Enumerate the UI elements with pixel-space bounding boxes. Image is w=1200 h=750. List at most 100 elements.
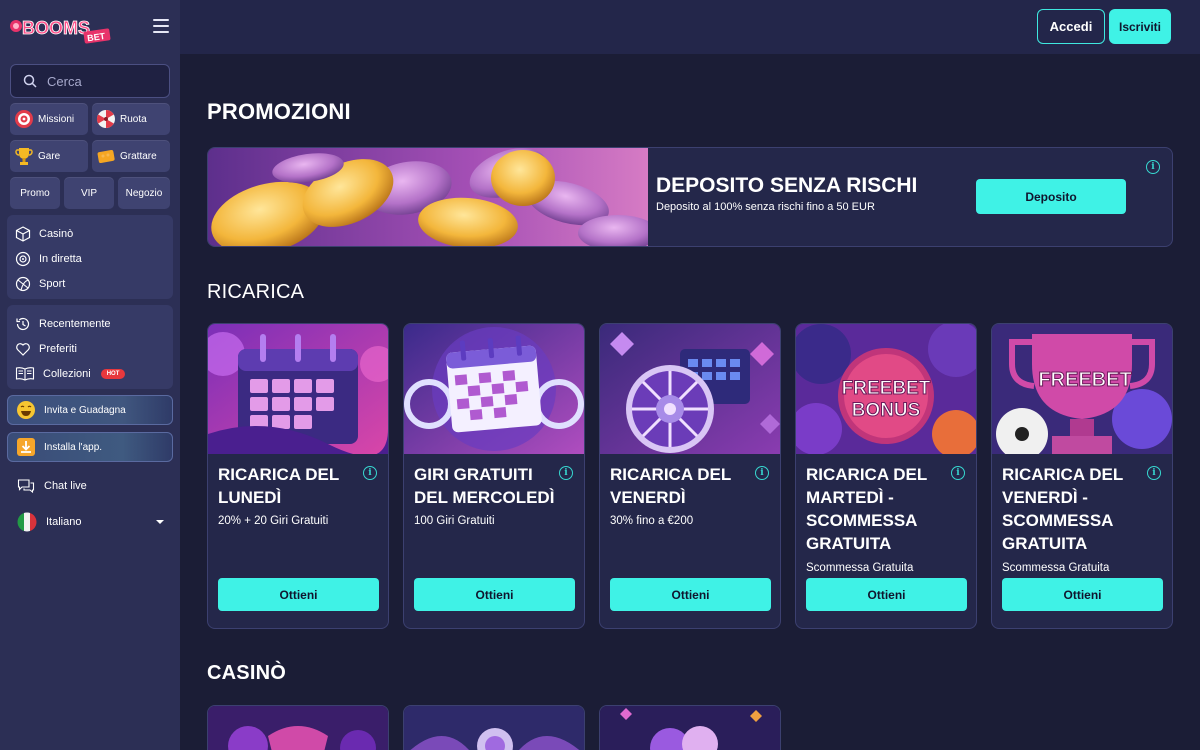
search-icon bbox=[23, 74, 37, 88]
dice-icon bbox=[15, 225, 31, 242]
svg-text:FREEBET: FREEBET bbox=[842, 378, 931, 399]
download-icon bbox=[17, 438, 35, 456]
calendar-image bbox=[208, 324, 388, 454]
freebet-trophy-image: FREEBET bbox=[992, 324, 1172, 454]
tile-missioni[interactable]: Missioni bbox=[10, 103, 88, 135]
tile-gare[interactable]: Gare bbox=[10, 140, 88, 172]
ball-icon bbox=[15, 276, 31, 291]
card-title: RICARICA DEL VENERDÌ bbox=[610, 465, 731, 507]
card-description: 30% fino a €200 bbox=[610, 515, 694, 527]
logo-row: BOOMS BET bbox=[0, 0, 180, 54]
casino-card[interactable] bbox=[207, 705, 389, 750]
search-box[interactable] bbox=[10, 64, 170, 98]
tile-ruota[interactable]: Ruota bbox=[92, 103, 170, 135]
heart-icon bbox=[16, 342, 30, 356]
invite-earn-button[interactable]: Invita e Guadagna bbox=[7, 395, 173, 425]
hero-subtitle: Deposito al 100% senza rischi fino a 50 … bbox=[656, 201, 875, 213]
search-input[interactable] bbox=[47, 73, 157, 89]
sidebar: BOOMS BET Missioni Ruota bbox=[0, 0, 180, 750]
tile-label: Gare bbox=[38, 150, 61, 162]
card-description: Scommessa Gratuita bbox=[1002, 562, 1110, 574]
casino-card[interactable] bbox=[599, 705, 781, 750]
chat-label: Chat live bbox=[44, 480, 87, 492]
sidebar-item-label: Collezioni bbox=[43, 367, 91, 380]
casino-bonus-image bbox=[404, 706, 584, 750]
info-icon[interactable]: i bbox=[755, 466, 769, 480]
sidebar-item-label: In diretta bbox=[39, 252, 82, 265]
promo-card: RICARICA DEL LUNEDÌ i 20% + 20 Giri Grat… bbox=[207, 323, 389, 629]
trophy-icon bbox=[15, 148, 33, 165]
sidebar-item-favorites[interactable]: Preferiti bbox=[7, 336, 173, 361]
chat-live-button[interactable]: Chat live bbox=[17, 478, 87, 494]
language-selector[interactable]: Italiano bbox=[17, 512, 81, 532]
section-title-promo: PROMOZIONI bbox=[207, 99, 351, 124]
install-app-button[interactable]: Installa l'app. bbox=[7, 432, 173, 462]
tile-label: Ruota bbox=[120, 113, 147, 125]
sidebar-item-casino[interactable]: Casinò bbox=[7, 221, 173, 246]
language-label: Italiano bbox=[46, 516, 82, 528]
tile-label: Missioni bbox=[38, 113, 75, 125]
menu-icon[interactable] bbox=[153, 19, 169, 33]
history-icon bbox=[16, 317, 30, 330]
promo-card: RICARICA DEL VENERDÌ i 30% fino a €200 O… bbox=[599, 323, 781, 629]
gold-coins-image bbox=[208, 148, 648, 246]
sidebar-item-live[interactable]: In diretta bbox=[7, 246, 173, 271]
info-icon[interactable]: i bbox=[1146, 160, 1160, 174]
hero-title: DEPOSITO SENZA RISCHI bbox=[656, 174, 918, 197]
boomsbet-logo[interactable]: BOOMS BET bbox=[8, 10, 112, 46]
invite-label: Invita e Guadagna bbox=[44, 404, 126, 416]
sidebar-item-collections[interactable]: Collezioni HOT bbox=[7, 361, 173, 386]
info-icon[interactable]: i bbox=[951, 466, 965, 480]
claim-button[interactable]: Ottieni bbox=[218, 578, 379, 611]
tile-vip[interactable]: VIP bbox=[64, 177, 114, 209]
sidebar-item-recent[interactable]: Recentemente bbox=[7, 311, 173, 336]
promo-card: GIRI GRATUITI DEL MERCOLEDÌ i 100 Giri G… bbox=[403, 323, 585, 629]
claim-button[interactable]: Ottieni bbox=[1002, 578, 1163, 611]
casino-card[interactable] bbox=[403, 705, 585, 750]
sidebar-item-label: Preferiti bbox=[39, 342, 77, 355]
card-title: GIRI GRATUITI DEL MERCOLEDÌ bbox=[414, 465, 555, 507]
svg-text:BOOMS: BOOMS bbox=[22, 18, 90, 38]
scratch-card-icon bbox=[97, 150, 115, 163]
italy-flag-icon bbox=[17, 512, 37, 532]
deposit-button[interactable]: Deposito bbox=[976, 179, 1126, 214]
card-title: RICARICA DEL LUNEDÌ bbox=[218, 465, 339, 507]
casino-bonus-image bbox=[600, 706, 780, 750]
roulette-wheel-image bbox=[600, 324, 780, 454]
freebet-balls-image: FREEBET BONUS bbox=[796, 324, 976, 454]
target-icon bbox=[15, 110, 33, 128]
install-label: Installa l'app. bbox=[44, 441, 103, 453]
checkered-calendar-image bbox=[404, 324, 584, 454]
card-title: RICARICA DEL MARTEDÌ - SCOMMESSA GRATUIT… bbox=[806, 465, 927, 553]
sidebar-item-label: Recentemente bbox=[39, 317, 111, 330]
claim-button[interactable]: Ottieni bbox=[414, 578, 575, 611]
hot-badge: HOT bbox=[100, 368, 126, 379]
tile-label: Negozio bbox=[125, 187, 163, 199]
tile-grattare[interactable]: Grattare bbox=[92, 140, 170, 172]
claim-button[interactable]: Ottieni bbox=[806, 578, 967, 611]
info-icon[interactable]: i bbox=[1147, 466, 1161, 480]
card-description: 100 Giri Gratuiti bbox=[414, 515, 495, 527]
tile-promo[interactable]: Promo bbox=[10, 177, 60, 209]
tile-label: Promo bbox=[20, 187, 50, 199]
wheel-icon bbox=[96, 110, 115, 128]
signup-button[interactable]: Iscriviti bbox=[1109, 9, 1171, 44]
live-icon bbox=[15, 251, 31, 266]
chevron-down-icon[interactable] bbox=[156, 520, 164, 524]
section-title-casino: CASINÒ bbox=[207, 662, 286, 684]
info-icon[interactable]: i bbox=[363, 466, 377, 480]
sidebar-item-sport[interactable]: Sport bbox=[7, 271, 173, 296]
tile-negozio[interactable]: Negozio bbox=[118, 177, 170, 209]
chat-icon bbox=[17, 479, 35, 494]
tile-label: VIP bbox=[80, 187, 98, 199]
sidebar-item-label: Sport bbox=[39, 277, 66, 290]
laughing-face-icon bbox=[17, 401, 35, 419]
promo-card: FREEBET RICARICA DEL VENERDÌ - SCOMMESSA… bbox=[991, 323, 1173, 629]
svg-text:BET: BET bbox=[87, 31, 107, 43]
login-button[interactable]: Accedi bbox=[1037, 9, 1105, 44]
claim-button[interactable]: Ottieni bbox=[610, 578, 771, 611]
sidebar-item-label: Casinò bbox=[39, 227, 74, 240]
info-icon[interactable]: i bbox=[559, 466, 573, 480]
tile-label: Grattare bbox=[120, 150, 157, 162]
hero-banner: DEPOSITO SENZA RISCHI Deposito al 100% s… bbox=[207, 147, 1173, 247]
